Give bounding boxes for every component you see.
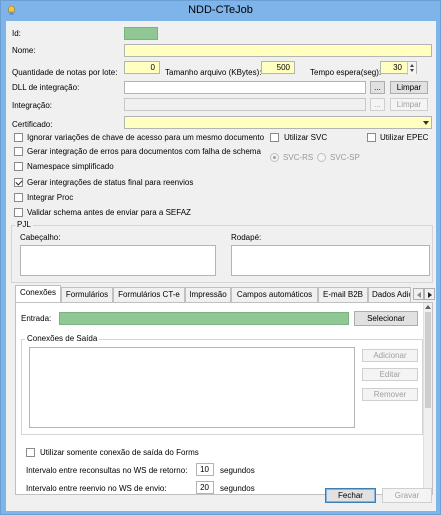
chevron-left-icon — [417, 292, 421, 298]
integracao-browse-button[interactable]: ... — [370, 98, 385, 111]
svc-sp-radio[interactable] — [317, 153, 326, 162]
selecionar-button[interactable]: Selecionar — [354, 311, 418, 326]
tab-conexoes[interactable]: Conexões — [15, 285, 61, 302]
spinner-arrows-icon[interactable] — [407, 62, 416, 75]
ignorar-variacoes-label: Ignorar variações de chave de acesso par… — [27, 133, 265, 142]
remover-button[interactable]: Remover — [362, 388, 418, 401]
intervalo-retorno-input[interactable]: 10 — [196, 463, 214, 476]
dll-browse-button[interactable]: ... — [370, 81, 385, 94]
tempo-value: 30 — [393, 63, 402, 72]
gerar-status-final-checkbox[interactable] — [14, 178, 23, 187]
nome-input[interactable] — [124, 44, 432, 57]
utilizar-epec-label: Utilizar EPEC — [380, 133, 429, 142]
tab-panel-conexoes: Entrada: Selecionar Conexões de Saída Ad… — [15, 302, 433, 495]
intervalo-envio-input[interactable]: 20 — [196, 481, 214, 494]
qtd-label: Quantidade de notas por lote: — [12, 68, 118, 77]
pjl-group-label: PJL — [15, 220, 33, 230]
cabecalho-label: Cabeçalho: — [20, 233, 61, 242]
namespace-simplificado-checkbox[interactable] — [14, 162, 23, 171]
window-title: NDD-CTeJob — [188, 4, 253, 16]
dll-label: DLL de integração: — [12, 83, 80, 92]
intervalo-envio-label: Intervalo entre reenvio no WS de envio: — [26, 484, 167, 493]
id-label: Id: — [12, 29, 21, 38]
segundos-envio-label: segundos — [220, 484, 255, 493]
conexoes-saida-list[interactable] — [29, 347, 355, 428]
integracao-input — [124, 98, 366, 111]
cabecalho-textarea[interactable] — [20, 245, 216, 276]
vertical-scrollbar[interactable] — [423, 303, 432, 494]
scroll-up-arrow-icon — [425, 305, 431, 309]
gerar-status-final-label: Gerar integrações de status final para r… — [27, 178, 194, 187]
tam-label: Tamanho arquivo (KBytes): — [165, 68, 262, 77]
conexoes-saida-label: Conexões de Saída — [25, 334, 100, 344]
entrada-label: Entrada: — [21, 314, 52, 323]
editar-button[interactable]: Editar — [362, 368, 418, 381]
chevron-right-icon — [428, 292, 432, 298]
title-bar[interactable]: NDD-CTeJob — [1, 1, 440, 20]
window-frame: NDD-CTeJob Id: Nome: Quantidade de notas… — [0, 0, 441, 515]
integracao-label: Integração: — [12, 101, 53, 110]
tab-scroll-right-button[interactable] — [424, 288, 435, 300]
svc-rs-label: SVC-RS — [283, 153, 314, 162]
tab-impressao[interactable]: Impressão — [185, 287, 231, 302]
scrollbar-thumb[interactable] — [425, 312, 431, 408]
dll-clear-button[interactable]: Limpar — [390, 81, 428, 94]
form-body: Id: Nome: Quantidade de notas por lote: … — [6, 21, 436, 511]
validar-schema-checkbox[interactable] — [14, 208, 23, 217]
tab-formularios-cte[interactable]: Formulários CT-e — [113, 287, 185, 302]
utilizar-svc-checkbox[interactable] — [270, 133, 279, 142]
integracao-clear-button[interactable]: Limpar — [390, 98, 428, 111]
integrar-proc-checkbox[interactable] — [14, 193, 23, 202]
intervalo-retorno-label: Intervalo entre reconsultas no WS de ret… — [26, 466, 188, 475]
integrar-proc-label: Integrar Proc — [27, 193, 74, 202]
tempo-spinner[interactable]: 30 — [380, 61, 417, 75]
segundos-retorno-label: segundos — [220, 466, 255, 475]
tempo-label: Tempo espera(seg): — [310, 68, 382, 77]
somente-forms-label: Utilizar somente conexão de saída do For… — [40, 448, 199, 457]
ignorar-variacoes-checkbox[interactable] — [14, 133, 23, 142]
tab-scroll-left-button[interactable] — [413, 288, 424, 300]
chevron-down-icon — [423, 121, 429, 125]
tab-formularios[interactable]: Formulários — [61, 287, 113, 302]
certificado-label: Certificado: — [12, 120, 53, 129]
rodape-textarea[interactable] — [231, 245, 430, 276]
svc-rs-radio[interactable] — [270, 153, 279, 162]
id-field — [124, 27, 158, 40]
rodape-label: Rodapé: — [231, 233, 262, 242]
nome-label: Nome: — [12, 46, 36, 55]
gravar-button[interactable]: Gravar — [382, 488, 432, 503]
validar-schema-label: Validar schema antes de enviar para a SE… — [27, 208, 191, 217]
gerar-erros-schema-checkbox[interactable] — [14, 147, 23, 156]
tab-campos-automaticos[interactable]: Campos automáticos — [231, 287, 318, 302]
somente-forms-checkbox[interactable] — [26, 448, 35, 457]
tab-dados-adicionais[interactable]: Dados Adic — [368, 287, 411, 302]
tam-input[interactable]: 500 — [261, 61, 295, 74]
entrada-field — [59, 312, 349, 325]
fechar-button[interactable]: Fechar — [325, 488, 376, 503]
gerar-erros-schema-label: Gerar integração de erros para documento… — [27, 147, 261, 156]
certificado-select[interactable] — [124, 116, 432, 129]
tab-email-b2b[interactable]: E-mail B2B — [318, 287, 368, 302]
utilizar-epec-checkbox[interactable] — [367, 133, 376, 142]
utilizar-svc-label: Utilizar SVC — [284, 133, 328, 142]
tab-strip: Conexões Formulários Formulários CT-e Im… — [15, 285, 435, 303]
svc-sp-label: SVC-SP — [330, 153, 360, 162]
qtd-input[interactable]: 0 — [124, 61, 160, 74]
adicionar-button[interactable]: Adicionar — [362, 349, 418, 362]
dll-input[interactable] — [124, 81, 366, 94]
namespace-simplificado-label: Namespace simplificado — [27, 162, 114, 171]
